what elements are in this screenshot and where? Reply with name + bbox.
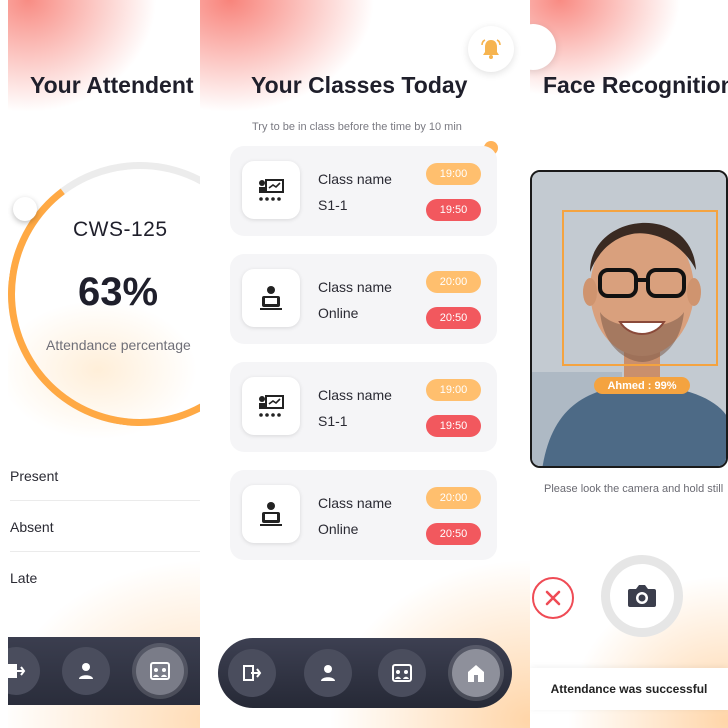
page-subtitle: Try to be in class before the time by 10… bbox=[252, 121, 462, 133]
logout-icon bbox=[243, 665, 262, 681]
attendance-screen: Your Attendent CWS-125 63% Attendance pe… bbox=[8, 0, 200, 728]
class-card[interactable]: Class name S1-1 19:00 19:50 bbox=[230, 362, 497, 452]
person-icon bbox=[79, 663, 93, 679]
classes-icon bbox=[150, 662, 170, 680]
face-recognition-screen: Face Recognition Ahmed : 99% Please look… bbox=[530, 0, 728, 728]
stat-label: Late bbox=[10, 570, 38, 586]
class-icon-box bbox=[242, 485, 300, 543]
face-match-label: Ahmed : 99% bbox=[594, 377, 690, 394]
class-name: Class name bbox=[318, 387, 392, 403]
close-icon bbox=[545, 590, 561, 606]
class-room: Online bbox=[318, 521, 359, 537]
profile-button[interactable] bbox=[62, 647, 110, 695]
class-room: S1-1 bbox=[318, 197, 348, 213]
class-room: S1-1 bbox=[318, 413, 348, 429]
logout-button[interactable] bbox=[8, 647, 40, 695]
bottom-nav bbox=[8, 637, 200, 705]
start-time-badge: 20:00 bbox=[426, 487, 481, 509]
classes-button[interactable] bbox=[378, 649, 426, 697]
bottom-nav bbox=[218, 638, 512, 708]
stat-row-present[interactable]: Present bbox=[10, 450, 200, 501]
attendance-percentage: 63% bbox=[78, 270, 159, 314]
class-card[interactable]: Class name Online 20:00 20:50 bbox=[230, 254, 497, 344]
attendance-caption: Attendance percentage bbox=[46, 337, 191, 353]
classes-icon bbox=[392, 664, 412, 682]
class-room: Online bbox=[318, 305, 359, 321]
classroom-icon bbox=[259, 395, 284, 417]
logout-button[interactable] bbox=[228, 649, 276, 697]
back-button[interactable] bbox=[530, 24, 556, 70]
class-card[interactable]: Class name Online 20:00 20:50 bbox=[230, 470, 497, 560]
course-code: CWS-125 bbox=[73, 218, 168, 241]
class-name: Class name bbox=[318, 495, 392, 511]
classes-screen: Your Classes Today Try to be in class be… bbox=[200, 0, 530, 728]
capture-button[interactable] bbox=[601, 555, 683, 637]
page-title: Face Recognition bbox=[543, 72, 728, 98]
face-detection-box bbox=[562, 210, 718, 366]
camera-icon bbox=[628, 585, 656, 607]
stat-label: Absent bbox=[10, 519, 54, 535]
start-time-badge: 20:00 bbox=[426, 271, 481, 293]
profile-button[interactable] bbox=[304, 649, 352, 697]
online-icon bbox=[260, 502, 282, 526]
camera-preview: Ahmed : 99% bbox=[530, 170, 728, 468]
cancel-button[interactable] bbox=[532, 577, 574, 619]
classes-button[interactable] bbox=[136, 647, 184, 695]
ring-knob[interactable] bbox=[13, 197, 37, 221]
capture-button-inner bbox=[610, 564, 674, 628]
end-time-badge: 19:50 bbox=[426, 415, 481, 437]
home-icon bbox=[468, 665, 484, 682]
stat-row-absent[interactable]: Absent bbox=[10, 501, 200, 552]
class-name: Class name bbox=[318, 279, 392, 295]
class-icon-box bbox=[242, 269, 300, 327]
class-icon-box bbox=[242, 377, 300, 435]
bell-icon bbox=[481, 39, 501, 59]
success-toast: Attendance was successful bbox=[530, 668, 728, 710]
stat-row-late[interactable]: Late bbox=[10, 552, 200, 602]
home-button[interactable] bbox=[452, 649, 500, 697]
online-icon bbox=[260, 286, 282, 310]
notifications-button[interactable] bbox=[468, 26, 514, 72]
end-time-badge: 20:50 bbox=[426, 523, 481, 545]
classroom-icon bbox=[259, 179, 284, 201]
camera-hint: Please look the camera and hold still bbox=[544, 483, 724, 495]
start-time-badge: 19:00 bbox=[426, 379, 481, 401]
class-icon-box bbox=[242, 161, 300, 219]
page-title: Your Attendent bbox=[30, 72, 194, 98]
stat-label: Present bbox=[10, 468, 59, 484]
end-time-badge: 19:50 bbox=[426, 199, 481, 221]
logout-icon bbox=[8, 664, 26, 678]
start-time-badge: 19:00 bbox=[426, 163, 481, 185]
person-icon bbox=[321, 665, 335, 681]
class-name: Class name bbox=[318, 171, 392, 187]
page-title: Your Classes Today bbox=[251, 72, 468, 98]
class-card[interactable]: Class name S1-1 19:00 19:50 bbox=[230, 146, 497, 236]
end-time-badge: 20:50 bbox=[426, 307, 481, 329]
